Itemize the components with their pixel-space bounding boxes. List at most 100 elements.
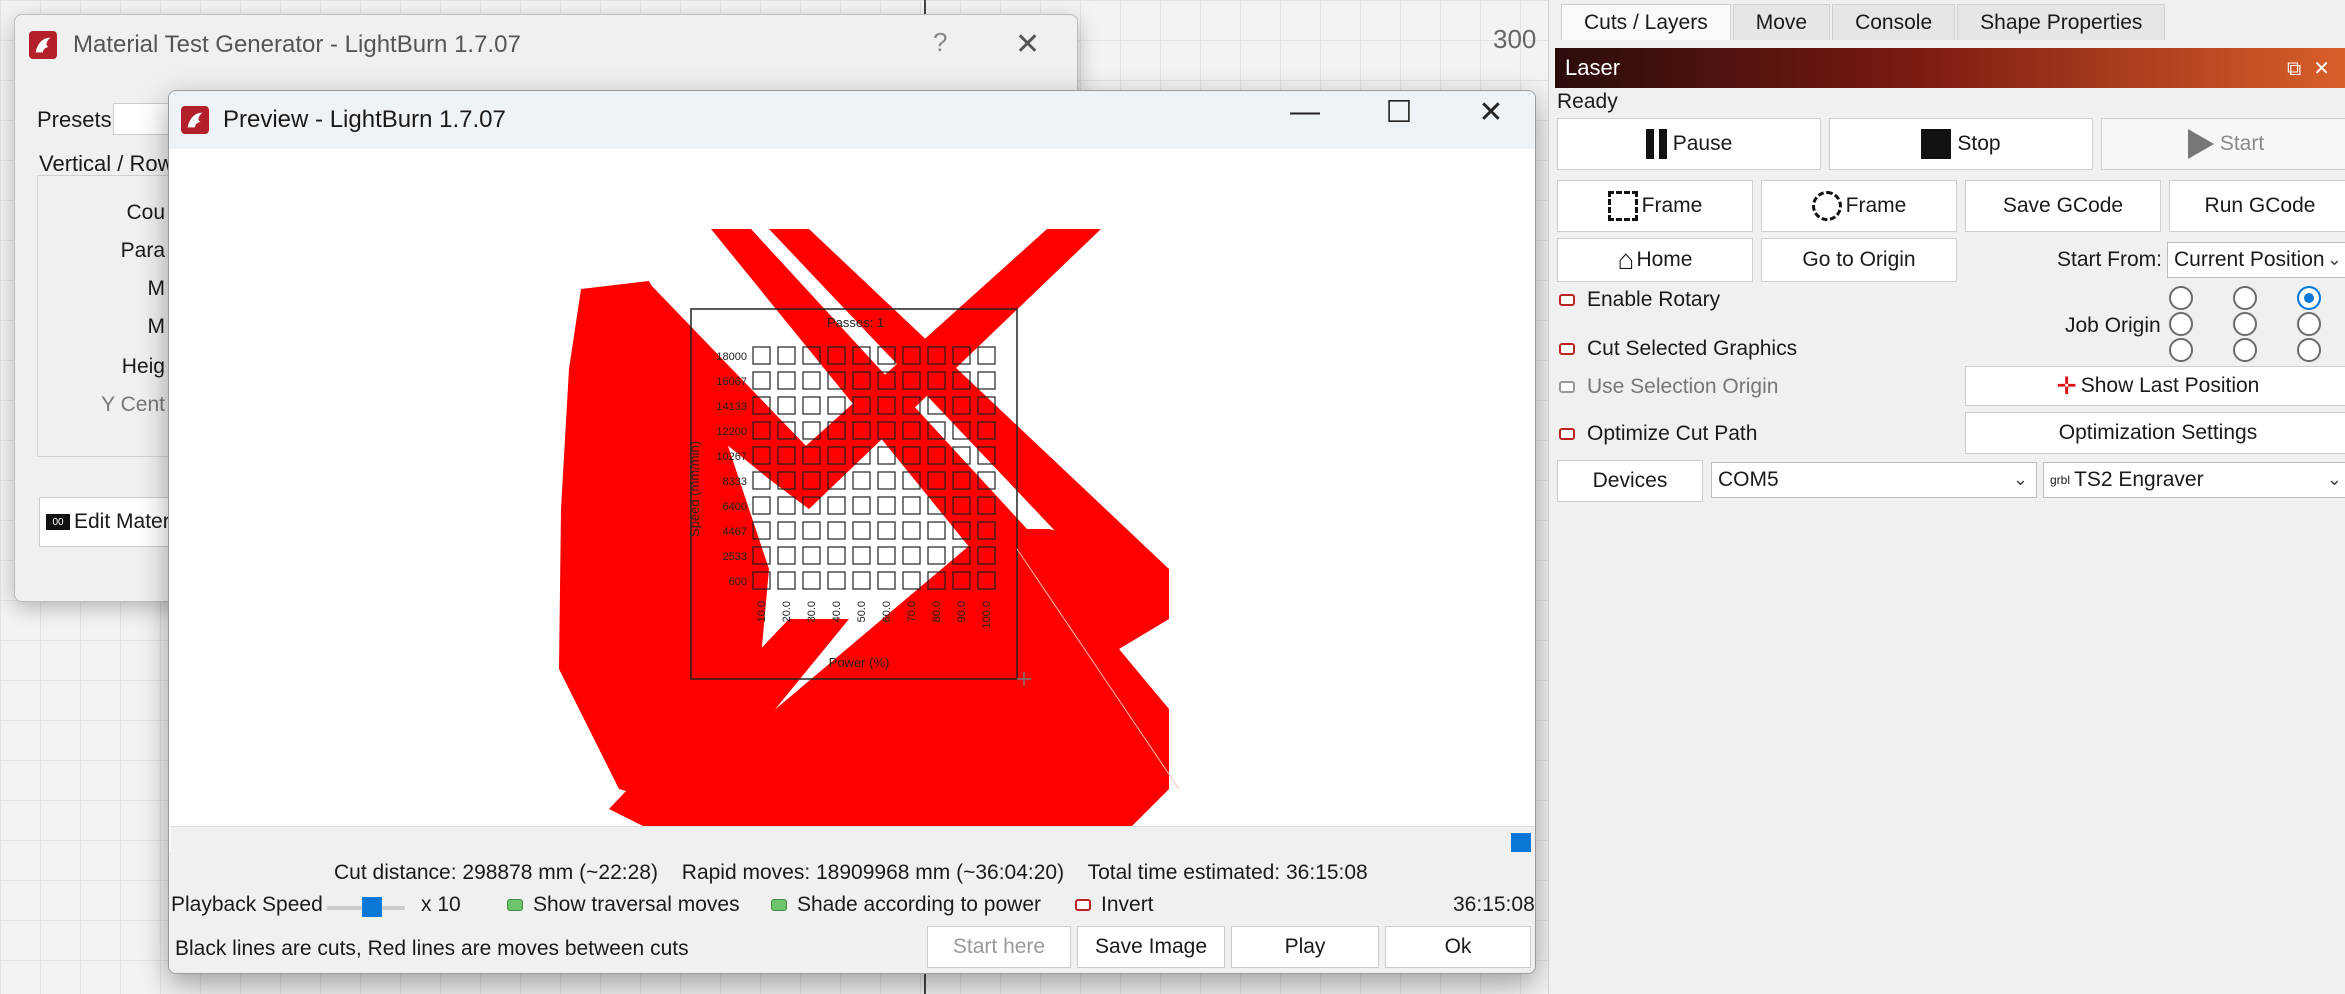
cut-distance-text: Cut distance: 298878 mm (~22:28) — [334, 861, 658, 884]
run-gcode-button[interactable]: Run GCode — [2169, 180, 2345, 232]
stop-button[interactable]: Stop — [1829, 118, 2093, 170]
speed-tick-label: 14133 — [716, 401, 747, 413]
power-tick-label: 70.0 — [906, 601, 918, 622]
tab-move[interactable]: Move — [1732, 4, 1831, 40]
material-library-icon: 00 — [46, 514, 70, 530]
speed-tick-label: 8333 — [723, 476, 747, 488]
save-gcode-button[interactable]: Save GCode — [1965, 180, 2161, 232]
toggle-off-icon — [1559, 381, 1575, 393]
canvas-ruler-value: 300 — [1493, 24, 1537, 54]
minimize-icon[interactable]: — — [1275, 95, 1335, 129]
invert-label: Invert — [1101, 893, 1154, 916]
job-origin-radio[interactable] — [2169, 338, 2193, 362]
preview-scroll-handle[interactable] — [1511, 833, 1531, 853]
job-origin-radio[interactable] — [2169, 312, 2193, 336]
test-cell — [777, 346, 796, 365]
start-from-dropdown[interactable]: Current Position ⌄ — [2167, 242, 2345, 278]
test-cell — [902, 496, 921, 515]
preview-canvas[interactable]: Passes: 1 Speed (mm/min) Power (%) 18000… — [169, 149, 1536, 827]
edit-material-label: Edit Materi — [74, 510, 175, 533]
cut-selected-toggle[interactable]: Cut Selected Graphics — [1559, 337, 1797, 361]
mtg-title: Material Test Generator - LightBurn 1.7.… — [73, 31, 521, 58]
frame-rect-button[interactable]: Frame — [1557, 180, 1753, 232]
test-cell — [827, 571, 846, 590]
laser-panel-title: Laser — [1565, 55, 1621, 80]
right-dock-panel: Cuts / Layers Move Console Shape Propert… — [1548, 0, 2345, 994]
power-tick-label: 50.0 — [856, 601, 868, 622]
power-tick-label: 40.0 — [831, 601, 843, 622]
pause-label: Pause — [1672, 132, 1733, 155]
device-dropdown[interactable]: grbl TS2 Engraver ⌄ — [2043, 462, 2345, 498]
test-cell — [752, 496, 771, 515]
speed-tick-label: 16067 — [716, 376, 747, 388]
job-origin-radio[interactable] — [2297, 312, 2321, 336]
preview-title: Preview - LightBurn 1.7.07 — [223, 106, 506, 133]
power-tick-label: 100.0 — [981, 601, 993, 629]
show-traversal-label: Show traversal moves — [533, 893, 740, 916]
optimize-cut-path-toggle[interactable]: Optimize Cut Path — [1559, 422, 1757, 446]
section-label-vertical-row: Vertical / Row — [39, 151, 174, 176]
playback-speed-slider[interactable] — [361, 897, 382, 917]
form-label-param: Para — [120, 239, 165, 262]
job-origin-radio[interactable] — [2297, 338, 2321, 362]
invert-toggle[interactable]: Invert — [1075, 893, 1154, 917]
frame-circle-button[interactable]: Frame — [1761, 180, 1957, 232]
home-button[interactable]: ⌂ Home — [1557, 238, 1753, 282]
power-tick-label: 30.0 — [806, 601, 818, 622]
start-button[interactable]: Start — [2101, 118, 2345, 170]
preview-scrollbar[interactable] — [171, 826, 1535, 852]
test-cell — [877, 521, 896, 540]
optimization-settings-button[interactable]: Optimization Settings — [1965, 412, 2345, 454]
test-cell — [802, 521, 821, 540]
test-cell — [877, 496, 896, 515]
help-icon[interactable]: ? — [933, 27, 947, 58]
test-cell — [777, 571, 796, 590]
shade-power-toggle[interactable]: Shade according to power — [771, 893, 1041, 917]
close-icon[interactable]: ✕ — [1015, 27, 1040, 62]
job-origin-radio[interactable] — [2169, 286, 2193, 310]
maximize-icon[interactable]: ☐ — [1369, 95, 1429, 130]
grbl-prefix: grbl — [2050, 473, 2071, 487]
port-dropdown[interactable]: COM5 ⌄ — [1711, 462, 2037, 498]
lightburn-logo-icon — [29, 31, 57, 59]
speed-tick-label: 10267 — [716, 451, 747, 463]
enable-rotary-toggle[interactable]: Enable Rotary — [1559, 288, 1720, 312]
test-cell — [777, 546, 796, 565]
job-origin-label: Job Origin — [2065, 314, 2161, 337]
play-button[interactable]: Play — [1231, 926, 1379, 968]
test-cell — [852, 496, 871, 515]
tab-console[interactable]: Console — [1832, 4, 1956, 40]
frame-rect-label: Frame — [1641, 194, 1703, 217]
show-traversal-toggle[interactable]: Show traversal moves — [507, 893, 740, 917]
ok-button[interactable]: Ok — [1385, 926, 1531, 968]
mtg-titlebar[interactable]: Material Test Generator - LightBurn 1.7.… — [15, 15, 1077, 75]
job-origin-radio[interactable] — [2297, 286, 2321, 310]
preview-window: Preview - LightBurn 1.7.07 — ☐ ✕ Passes:… — [168, 90, 1536, 974]
show-last-position-label: Show Last Position — [2080, 374, 2260, 397]
tab-shape-properties[interactable]: Shape Properties — [1957, 4, 2166, 40]
job-origin-radio[interactable] — [2233, 286, 2257, 310]
job-origin-radio[interactable] — [2233, 338, 2257, 362]
toggle-off-icon — [1075, 899, 1091, 911]
save-image-button[interactable]: Save Image — [1077, 926, 1225, 968]
speed-tick-label: 6400 — [723, 501, 747, 513]
start-label: Start — [2219, 132, 2265, 155]
go-to-origin-button[interactable]: Go to Origin — [1761, 238, 1957, 282]
close-icon[interactable]: ✕ — [1461, 95, 1521, 130]
rapid-moves-text: Rapid moves: 18909968 mm (~36:04:20) — [681, 861, 1065, 884]
laser-panel-header: Laser ⧉✕ — [1555, 48, 2345, 88]
devices-button[interactable]: Devices — [1557, 460, 1703, 502]
test-cell — [977, 371, 996, 390]
start-here-button[interactable]: Start here — [927, 926, 1071, 968]
chevron-down-icon: ⌄ — [2326, 249, 2342, 269]
tab-cuts-layers[interactable]: Cuts / Layers — [1561, 4, 1731, 40]
use-selection-origin-toggle[interactable]: Use Selection Origin — [1559, 375, 1778, 399]
pause-button[interactable]: Pause — [1557, 118, 1821, 170]
show-last-position-button[interactable]: ✛ Show Last Position — [1965, 366, 2345, 406]
start-from-label: Start From: — [2057, 248, 2163, 271]
test-cell — [802, 371, 821, 390]
job-origin-radio[interactable] — [2233, 312, 2257, 336]
panel-float-close-icons[interactable]: ⧉✕ — [2287, 56, 2342, 81]
test-cell — [777, 371, 796, 390]
presets-dropdown[interactable] — [113, 103, 173, 135]
